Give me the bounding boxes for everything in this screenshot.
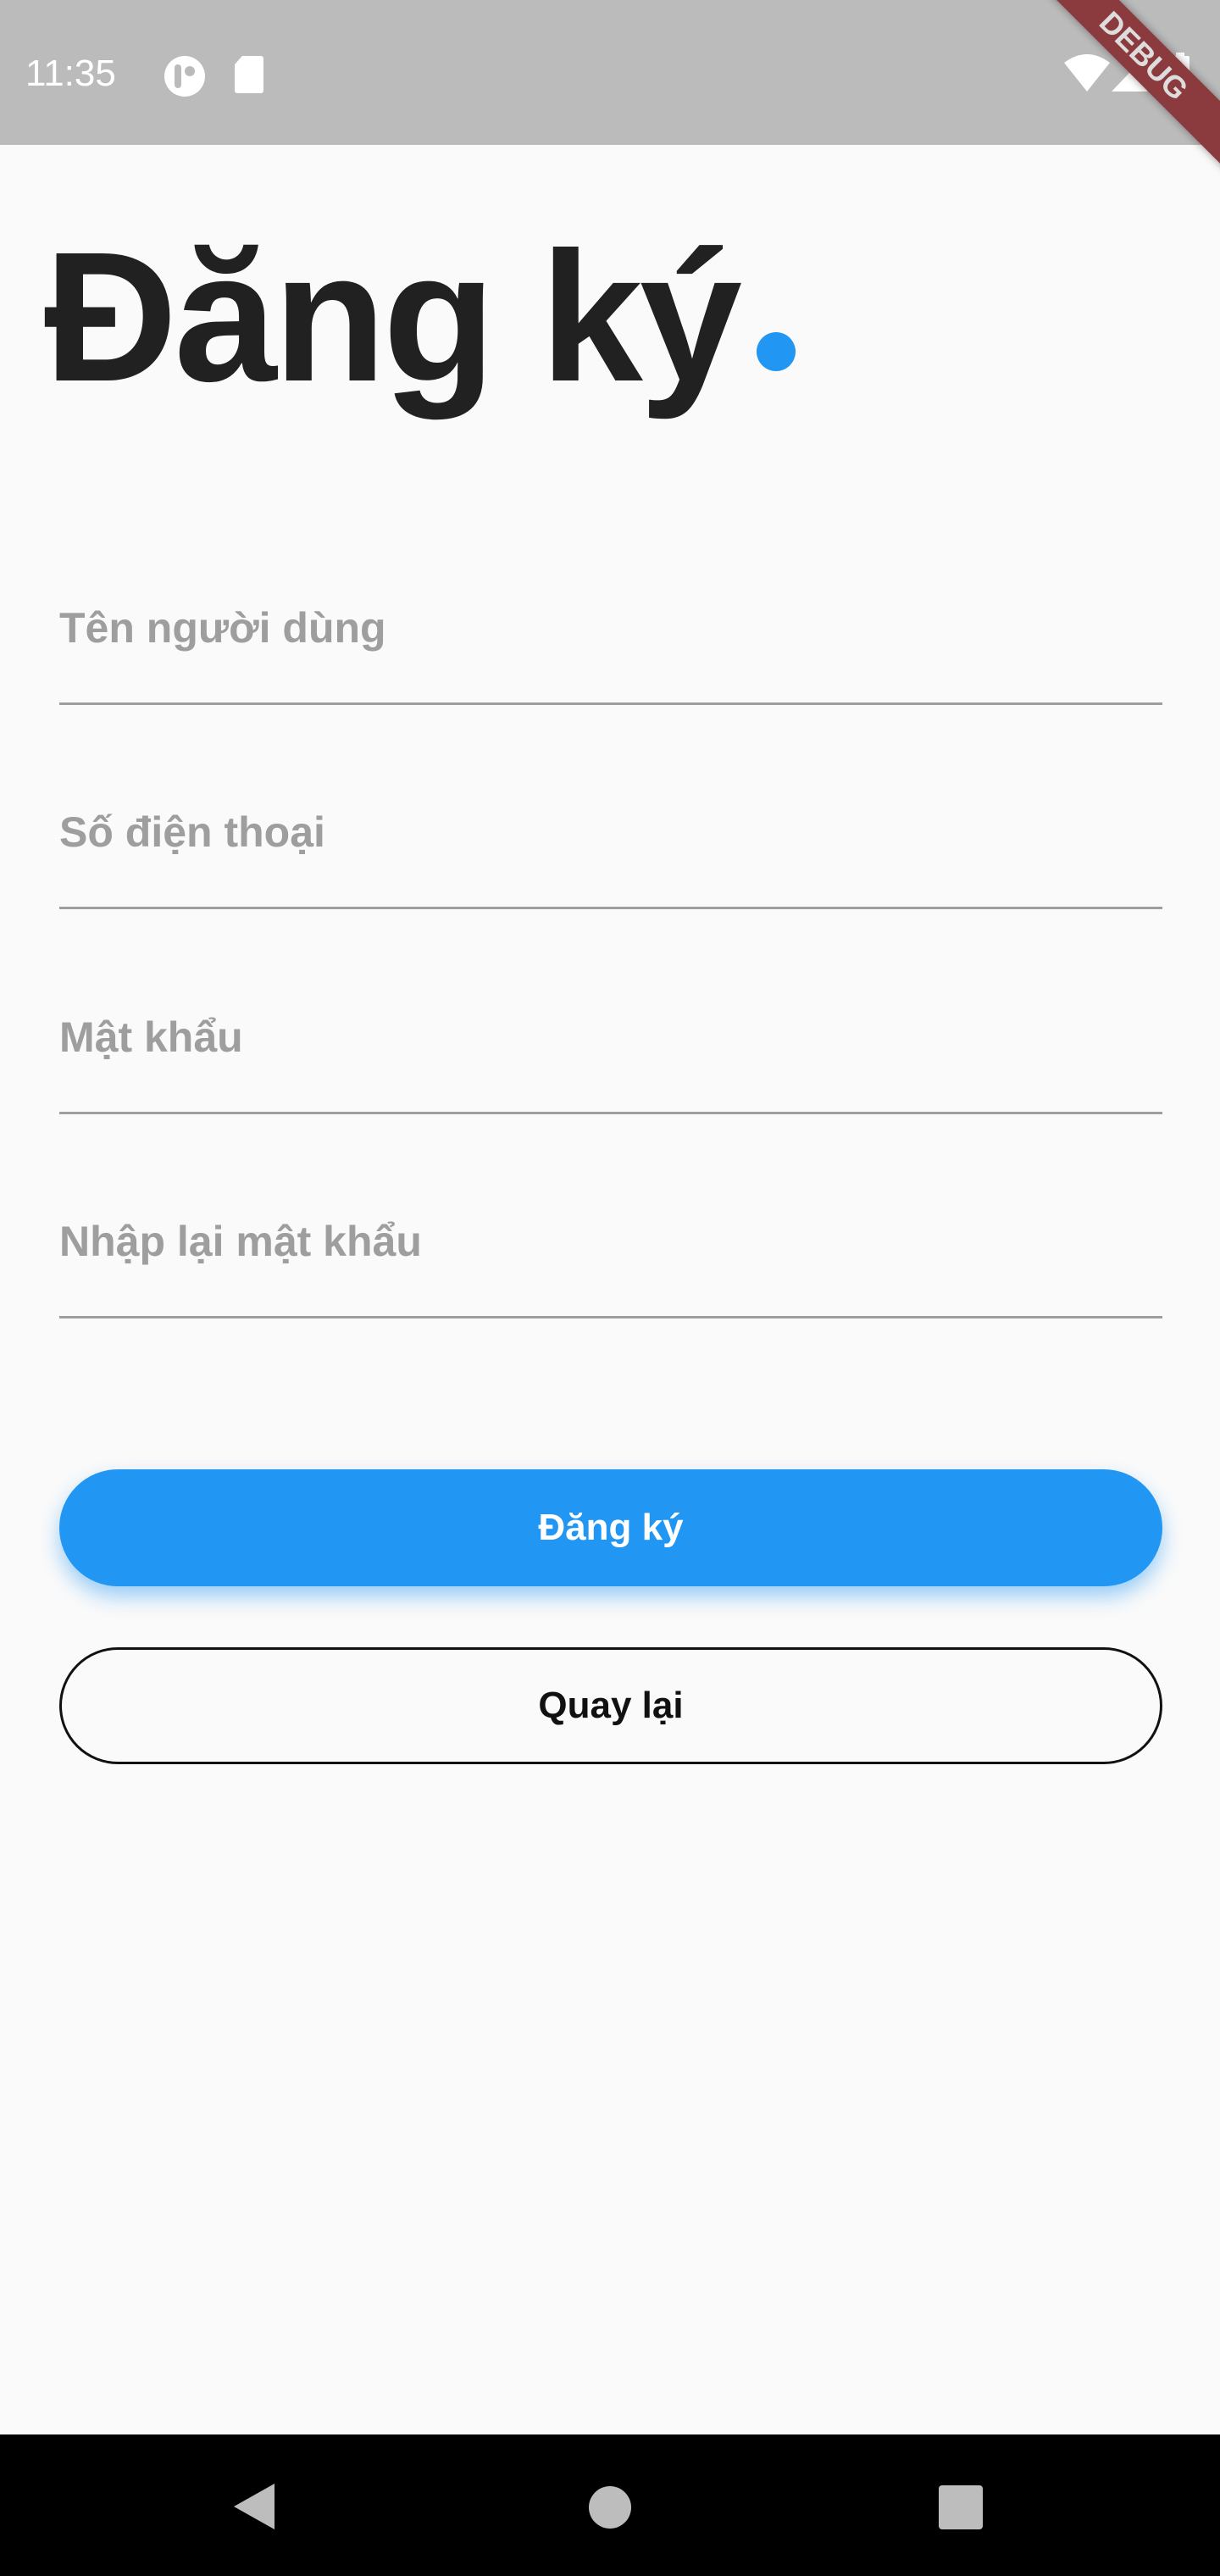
wifi-icon xyxy=(1064,54,1110,92)
home-nav-icon[interactable] xyxy=(588,2485,632,2529)
back-button[interactable]: Quay lại xyxy=(59,1647,1162,1764)
phone-placeholder: Số điện thoại xyxy=(59,808,325,856)
page-title: Đăng ký xyxy=(44,214,742,420)
sd-card-icon xyxy=(235,56,263,93)
password-placeholder: Mật khẩu xyxy=(59,1013,243,1061)
loading-indicator-dot xyxy=(757,332,796,371)
back-nav-icon[interactable] xyxy=(232,2482,276,2531)
confirm-password-field[interactable]: Nhập lại mật khẩu xyxy=(59,1217,1162,1319)
username-placeholder: Tên người dùng xyxy=(59,604,386,652)
recents-nav-icon[interactable] xyxy=(939,2485,983,2529)
app-notification-icon xyxy=(164,56,205,97)
password-field[interactable]: Mật khẩu xyxy=(59,1013,1162,1114)
username-field[interactable]: Tên người dùng xyxy=(59,603,1162,705)
navigation-bar xyxy=(0,2434,1220,2576)
confirm-password-placeholder: Nhập lại mật khẩu xyxy=(59,1218,422,1265)
status-bar: 11:35 xyxy=(0,0,1220,145)
register-button[interactable]: Đăng ký xyxy=(59,1469,1162,1586)
phone-field[interactable]: Số điện thoại xyxy=(59,808,1162,909)
status-time: 11:35 xyxy=(25,53,116,94)
